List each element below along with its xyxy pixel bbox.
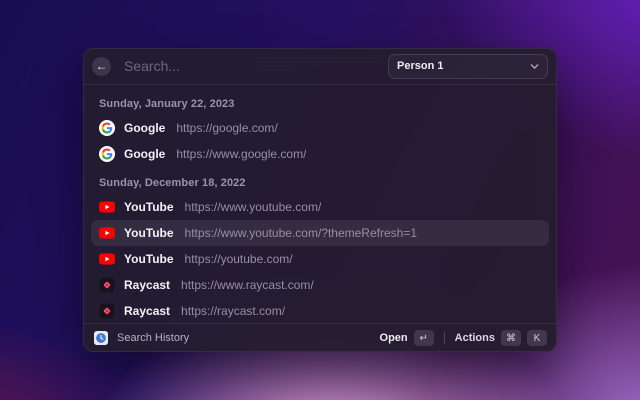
history-row[interactable]: YouTube https://youtube.com/ xyxy=(91,246,549,272)
section-header: Sunday, January 22, 2023 xyxy=(91,88,549,115)
site-url: https://raycast.com/ xyxy=(181,304,285,318)
history-list: Sunday, January 22, 2023 Google https://go… xyxy=(83,85,557,323)
command-key-icon: ⌘ xyxy=(501,330,521,346)
person-dropdown-value: Person 1 xyxy=(397,60,443,72)
k-key-icon: K xyxy=(527,330,547,346)
site-name: YouTube xyxy=(124,200,174,214)
site-name: YouTube xyxy=(124,226,174,240)
site-name: Raycast xyxy=(124,304,170,318)
history-row[interactable]: Raycast https://raycast.com/ xyxy=(91,298,549,323)
raycast-icon xyxy=(99,277,115,293)
site-url: https://www.youtube.com/?themeRefresh=1 xyxy=(185,226,417,240)
site-url: https://www.raycast.com/ xyxy=(181,278,314,292)
history-row[interactable]: Raycast https://www.raycast.com/ xyxy=(91,272,549,298)
raycast-icon xyxy=(99,303,115,319)
site-url: https://google.com/ xyxy=(176,121,277,135)
back-arrow-icon: ← xyxy=(96,60,108,72)
history-row[interactable]: Google https://google.com/ xyxy=(91,115,549,141)
site-url: https://www.youtube.com/ xyxy=(185,200,322,214)
footer-app-name: Search History xyxy=(117,332,189,344)
back-button[interactable]: ← xyxy=(92,57,111,76)
search-history-window: ← Person 1 Sunday, January 22, 2023Googl… xyxy=(83,48,557,352)
history-row[interactable]: YouTube https://www.youtube.com/ xyxy=(91,194,549,220)
site-url: https://youtube.com/ xyxy=(185,252,293,266)
section-header: Sunday, December 18, 2022 xyxy=(91,167,549,194)
open-action[interactable]: Open ↵ xyxy=(380,330,434,346)
open-label: Open xyxy=(380,332,408,344)
site-name: Google xyxy=(124,121,165,135)
chevron-down-icon xyxy=(530,62,539,71)
history-row[interactable]: YouTube https://www.youtube.com/?themeRef… xyxy=(91,220,549,246)
youtube-icon xyxy=(99,251,115,267)
google-icon xyxy=(99,146,115,162)
youtube-icon xyxy=(99,225,115,241)
footer: Search History Open ↵ Actions ⌘ K xyxy=(83,323,557,352)
actions-action[interactable]: Actions ⌘ K xyxy=(455,330,547,346)
person-dropdown[interactable]: Person 1 xyxy=(388,54,548,79)
history-row[interactable]: Google https://www.google.com/ xyxy=(91,141,549,167)
footer-divider xyxy=(444,332,445,344)
actions-label: Actions xyxy=(455,332,495,344)
return-key-icon: ↵ xyxy=(414,330,434,346)
site-name: YouTube xyxy=(124,252,174,266)
google-icon xyxy=(99,120,115,136)
site-url: https://www.google.com/ xyxy=(176,147,306,161)
footer-actions: Open ↵ Actions ⌘ K xyxy=(380,330,547,346)
search-history-app-icon xyxy=(93,330,109,346)
footer-app: Search History xyxy=(93,330,380,346)
youtube-icon xyxy=(99,199,115,215)
topbar: ← Person 1 xyxy=(83,48,557,85)
site-name: Google xyxy=(124,147,165,161)
search-input[interactable] xyxy=(122,57,388,75)
site-name: Raycast xyxy=(124,278,170,292)
